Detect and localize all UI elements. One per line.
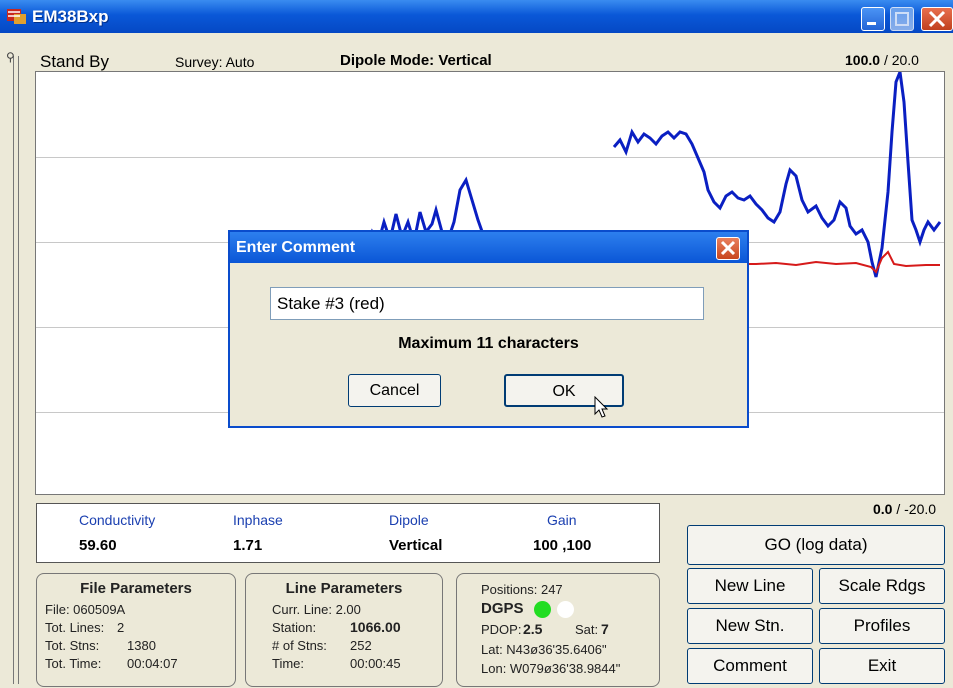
gain-value: 100 ,100 xyxy=(533,537,592,554)
sat-value: 7 xyxy=(601,621,609,637)
curr-line: Curr. Line: 2.00 xyxy=(272,602,361,617)
num-stns-label: # of Stns: xyxy=(272,638,327,653)
maximize-icon xyxy=(895,12,909,26)
dialog-title-bar: Enter Comment xyxy=(230,232,747,263)
station-label: Station: xyxy=(272,620,317,635)
survey-mode: Survey: Auto xyxy=(175,54,255,70)
station-value: 1066.00 xyxy=(350,619,401,635)
latitude: Lat: N43ø36'35.6406" xyxy=(481,642,607,657)
dgps-off-indicator-icon xyxy=(556,600,574,618)
window-title: EM38Bxp xyxy=(32,7,109,26)
conductivity-label: Conductivity xyxy=(79,512,156,528)
file-parameters-heading: File Parameters xyxy=(80,580,192,597)
dgps-status: DGPS xyxy=(481,600,574,618)
scale-bottom-range: / -20.0 xyxy=(896,501,937,517)
tot-lines-label: Tot. Lines: xyxy=(45,620,105,635)
minimize-button[interactable] xyxy=(861,7,885,31)
gps-positions: Positions: 247 xyxy=(481,582,563,597)
dialog-close-button[interactable] xyxy=(716,237,740,260)
line-parameters-heading: Line Parameters xyxy=(285,580,403,597)
pdop-value: 2.5 xyxy=(523,621,543,637)
scale-rdgs-button[interactable]: Scale Rdgs xyxy=(819,568,945,604)
exit-button[interactable]: Exit xyxy=(819,648,945,684)
go-log-data-button[interactable]: GO (log data) xyxy=(687,525,945,565)
file-name: File: 060509A xyxy=(45,602,126,617)
inphase-label: Inphase xyxy=(233,512,283,528)
gps-panel: Positions: 247 DGPS PDOP: 2.5 Sat: 7 Lat… xyxy=(456,573,660,687)
mouse-pointer-icon xyxy=(594,396,609,418)
gain-label: Gain xyxy=(547,512,577,528)
app-icon xyxy=(7,9,26,24)
close-icon xyxy=(928,10,946,28)
conductivity-value: 59.60 xyxy=(79,537,117,554)
cancel-button[interactable]: Cancel xyxy=(348,374,441,407)
state-label: Stand By xyxy=(40,52,109,71)
dgps-on-indicator-icon xyxy=(533,600,551,618)
dipole-label: Dipole xyxy=(389,512,429,528)
inphase-value: 1.71 xyxy=(233,537,263,554)
tot-lines-value: 2 xyxy=(117,620,125,635)
tot-stns-value: 1380 xyxy=(127,638,156,653)
new-line-button[interactable]: New Line xyxy=(687,568,813,604)
line-parameters-panel: Line Parameters Curr. Line: 2.00 Station… xyxy=(245,573,443,687)
dgps-label: DGPS xyxy=(481,600,524,617)
scale-bottom-value: 0.0 xyxy=(873,501,893,517)
comment-input[interactable] xyxy=(270,287,704,320)
tot-time-label: Tot. Time: xyxy=(45,656,102,671)
sat-label: Sat: xyxy=(575,622,599,637)
line-time-value: 00:00:45 xyxy=(350,656,401,671)
max-characters-message: Maximum 11 characters xyxy=(398,335,579,352)
comment-button[interactable]: Comment xyxy=(687,648,813,684)
close-button[interactable] xyxy=(921,7,953,31)
line-time-label: Time: xyxy=(272,656,305,671)
scale-bottom: 0.0 / -20.0 xyxy=(873,501,936,517)
num-stns-value: 252 xyxy=(350,638,372,653)
vertical-slider-track[interactable] xyxy=(13,56,19,684)
file-parameters-panel: File Parameters File: 060509A Tot. Lines… xyxy=(36,573,236,687)
close-icon xyxy=(720,240,736,256)
scale-top: 100.0 / 20.0 xyxy=(845,52,919,68)
title-bar: EM38Bxp xyxy=(0,0,953,33)
dipole-mode: Dipole Mode: Vertical xyxy=(340,52,492,69)
pdop-label: PDOP: xyxy=(481,622,522,637)
minimize-icon xyxy=(867,22,876,25)
scale-top-value: 100.0 xyxy=(845,52,881,68)
maximize-button[interactable] xyxy=(890,7,914,31)
scale-top-range: / 20.0 xyxy=(883,52,919,68)
tot-stns-label: Tot. Stns: xyxy=(45,638,100,653)
new-stn-button[interactable]: New Stn. xyxy=(687,608,813,644)
readings-panel: Conductivity 59.60 Inphase 1.71 Dipole V… xyxy=(36,503,660,563)
profiles-button[interactable]: Profiles xyxy=(819,608,945,644)
slider-handle-icon[interactable]: ⚲ xyxy=(6,50,15,64)
tot-time-value: 00:04:07 xyxy=(127,656,178,671)
dialog-title: Enter Comment xyxy=(236,239,356,256)
dipole-value: Vertical xyxy=(389,537,443,554)
longitude: Lon: W079ø36'38.9844" xyxy=(481,661,621,676)
inphase-trace xyxy=(736,250,940,274)
enter-comment-dialog: Enter Comment Maximum 11 characters Canc… xyxy=(228,230,749,428)
